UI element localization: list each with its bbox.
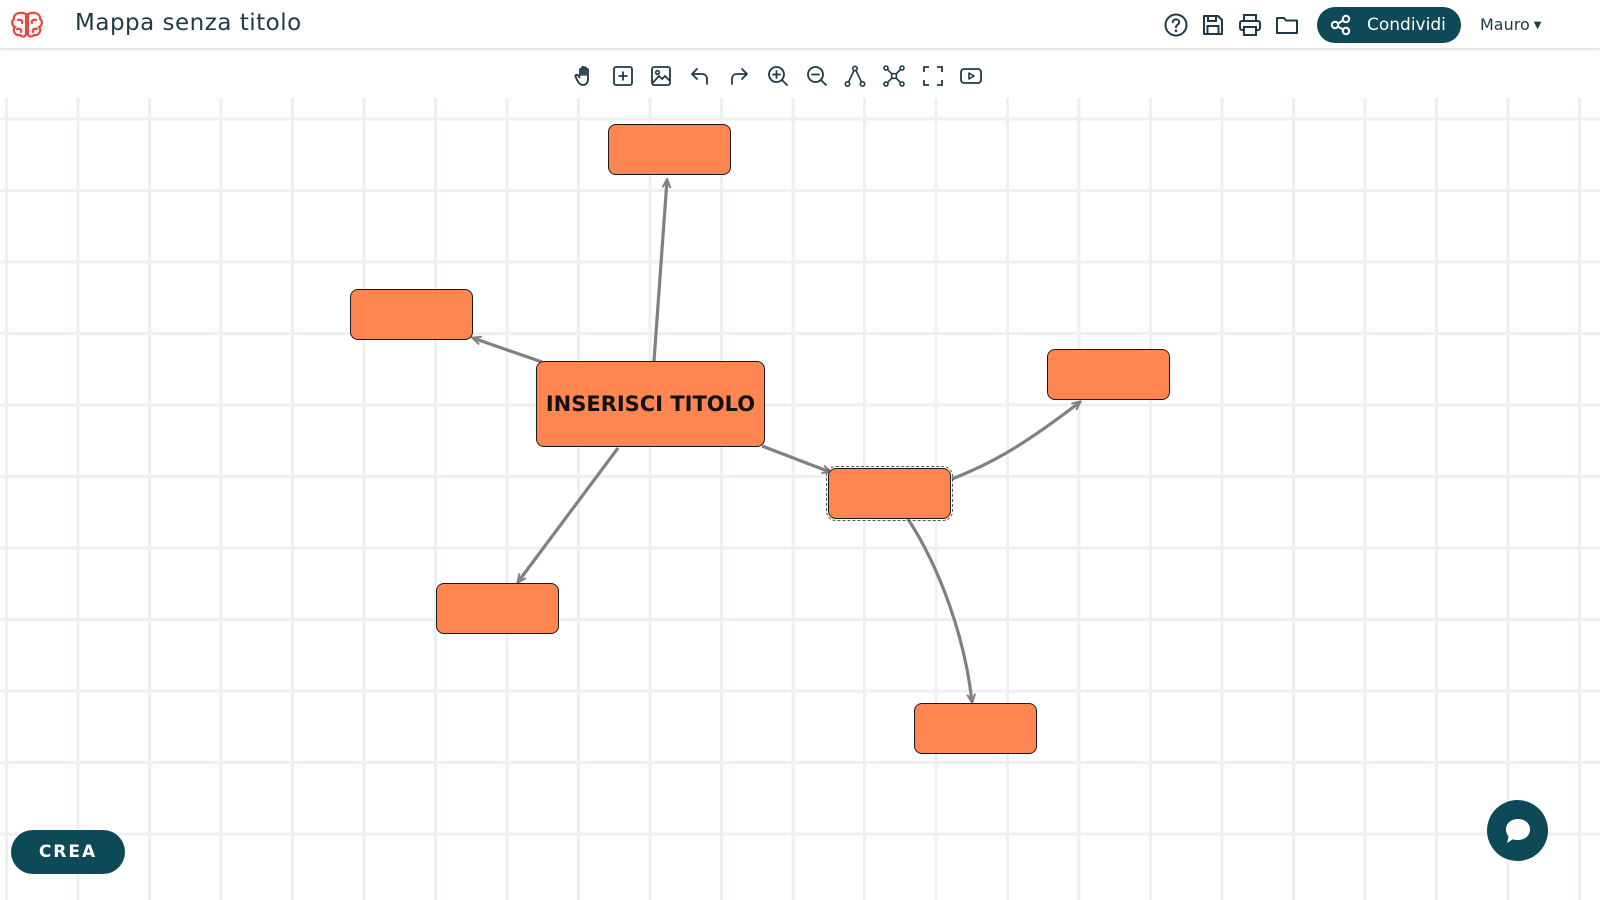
top-bar: Mappa senza titolo Condividi Mauro ▼	[0, 0, 1600, 50]
child-node-right-upper[interactable]	[1047, 349, 1170, 400]
edge-center-left	[473, 338, 543, 364]
share-button-label: Condividi	[1367, 15, 1446, 35]
brain-logo-icon[interactable]	[10, 10, 44, 40]
connect-nodes-icon[interactable]	[843, 64, 867, 88]
edge-right-lower	[906, 518, 972, 702]
share-button[interactable]: Condividi	[1317, 7, 1461, 43]
redo-icon[interactable]	[727, 64, 751, 88]
save-icon[interactable]	[1200, 12, 1226, 38]
presentation-icon[interactable]	[959, 64, 983, 88]
edge-center-top	[652, 180, 667, 362]
edge-right-upper	[951, 402, 1080, 481]
layout-icon[interactable]	[882, 64, 906, 88]
zoom-out-icon[interactable]	[805, 64, 829, 88]
connections-layer	[0, 98, 1600, 900]
child-node-top[interactable]	[608, 124, 731, 175]
child-node-bottom-right[interactable]	[914, 703, 1037, 754]
add-node-icon[interactable]	[611, 64, 635, 88]
folder-icon[interactable]	[1274, 12, 1300, 38]
undo-icon[interactable]	[688, 64, 712, 88]
fullscreen-icon[interactable]	[921, 64, 945, 88]
print-icon[interactable]	[1237, 12, 1263, 38]
central-node[interactable]: INSERISCI TITOLO	[536, 361, 765, 447]
chat-button[interactable]	[1487, 800, 1548, 861]
map-toolbar	[0, 52, 1600, 98]
child-node-left[interactable]	[350, 289, 473, 340]
user-name: Mauro	[1480, 15, 1530, 34]
zoom-in-icon[interactable]	[766, 64, 790, 88]
share-icon	[1330, 14, 1351, 36]
caret-down-icon: ▼	[1533, 20, 1542, 31]
help-icon[interactable]	[1163, 12, 1189, 38]
child-node-bottom-left[interactable]	[436, 583, 559, 634]
user-menu[interactable]: Mauro ▼	[1480, 15, 1541, 34]
create-button[interactable]: CREA	[11, 830, 125, 874]
pan-hand-icon[interactable]	[573, 64, 597, 88]
edge-center-bottom-left	[518, 447, 620, 582]
chat-bubble-icon	[1506, 819, 1530, 843]
central-node-label: INSERISCI TITOLO	[545, 392, 756, 416]
child-node-right[interactable]	[826, 466, 953, 521]
map-title[interactable]: Mappa senza titolo	[75, 10, 302, 36]
map-canvas[interactable]: INSERISCI TITOLO	[0, 98, 1600, 900]
image-icon[interactable]	[649, 64, 673, 88]
edge-center-right	[761, 444, 830, 472]
